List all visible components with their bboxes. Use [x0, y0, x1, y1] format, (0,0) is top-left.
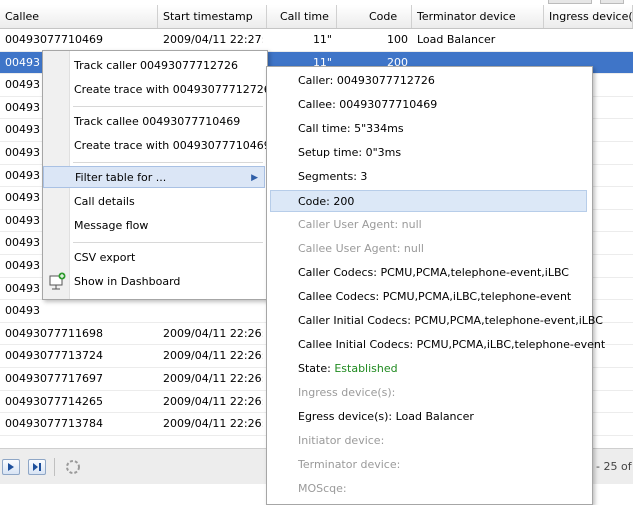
submenu-item-callee-user-agent: Callee User Agent: null	[298, 242, 424, 255]
filter-label: Filter table for ...	[75, 171, 167, 184]
refresh-button[interactable]	[62, 458, 84, 476]
next-icon	[8, 463, 14, 471]
refresh-icon	[66, 460, 80, 474]
submenu-item-initiator-device: Initiator device:	[298, 434, 385, 447]
state-value: Established	[334, 362, 398, 375]
submenu-item-call-time[interactable]: Call time: 5"334ms	[267, 118, 590, 140]
submenu-item-callee[interactable]: Callee: 00493077710469	[267, 94, 590, 116]
menu-item-filter-table[interactable]: Filter table for ... ▶	[43, 166, 265, 188]
column-header-ingress-devices[interactable]: Ingress device(s)	[544, 5, 633, 28]
submenu-item-terminator-device: Terminator device:	[298, 458, 401, 471]
timestamp-cell: 2009/04/11 22:27:20	[163, 33, 263, 46]
timestamp-cell: 2009/04/11 22:26:42	[163, 326, 263, 340]
toolbar-button[interactable]	[600, 0, 624, 4]
submenu-item-callee-codecs[interactable]: Callee Codecs: PCMU,PCMA,iLBC,telephone-…	[267, 286, 590, 308]
toolbar-button[interactable]	[548, 0, 592, 4]
callee-cell: 00493077710469	[5, 33, 103, 46]
callee-cell: 00493077713724	[5, 349, 103, 363]
timestamp-cell: 2009/04/11 22:26:34	[163, 417, 263, 431]
menu-separator	[73, 242, 263, 243]
submenu-item-egress-devices[interactable]: Egress device(s): Load Balancer	[267, 406, 590, 428]
callee-cell: 00493077711099	[5, 436, 155, 441]
column-header-start-timestamp[interactable]: Start timestamp	[158, 5, 267, 28]
column-header-terminator-device[interactable]: Terminator device	[412, 5, 544, 28]
submenu-item-code[interactable]: Code: 200	[270, 190, 587, 212]
menu-separator	[73, 106, 263, 107]
menu-item-trace-callee[interactable]: Create trace with 00493077710469	[43, 135, 271, 157]
filter-submenu: Caller: 00493077712726 Callee: 004930777…	[266, 66, 605, 505]
menu-item-csv-export[interactable]: CSV export	[43, 247, 265, 269]
pager-info: - 25 of 3	[596, 460, 633, 473]
last-icon	[33, 463, 41, 471]
timestamp-cell: 2009/04/11 22:26:41	[163, 349, 263, 363]
timestamp-cell	[163, 300, 263, 321]
timestamp-cell: 2009/04/11 22:26:31	[163, 436, 263, 441]
menu-item-track-callee[interactable]: Track callee 00493077710469	[43, 111, 265, 133]
row-context-menu: Track caller 00493077712726 Create trace…	[42, 50, 271, 300]
menu-item-message-flow[interactable]: Message flow	[43, 215, 265, 237]
state-label: State:	[298, 362, 335, 375]
column-header-call-time[interactable]: Call time	[267, 5, 337, 28]
code-cell: 100	[387, 33, 408, 46]
pager-separator	[54, 458, 55, 476]
submenu-item-caller-initial-codecs[interactable]: Caller Initial Codecs: PCMU,PCMA,telepho…	[267, 310, 603, 332]
callee-cell: 00493077717697	[5, 371, 103, 385]
last-page-button[interactable]	[28, 459, 46, 475]
terminator-cell: Load Balancer	[417, 33, 496, 46]
menu-item-call-details[interactable]: Call details	[43, 191, 265, 213]
menu-item-show-dashboard[interactable]: Show in Dashboard	[43, 271, 265, 293]
callee-cell: 00493	[5, 304, 40, 318]
next-page-button[interactable]	[2, 459, 20, 475]
submenu-item-segments[interactable]: Segments: 3	[267, 166, 590, 188]
menu-item-trace-caller[interactable]: Create trace with 00493077712726	[43, 79, 271, 101]
callee-cell: 00493077714265	[5, 394, 103, 408]
call-time-cell: 11"	[312, 33, 332, 46]
callee-cell: 00493077713784	[5, 417, 103, 431]
timestamp-cell: 2009/04/11 22:26:41	[163, 371, 263, 385]
submenu-item-moscqe: MOScqe:	[298, 482, 347, 495]
submenu-item-state[interactable]: State: Established	[267, 358, 590, 380]
submenu-arrow-icon: ▶	[251, 173, 258, 183]
submenu-item-callee-initial-codecs[interactable]: Callee Initial Codecs: PCMU,PCMA,iLBC,te…	[267, 334, 605, 356]
submenu-item-caller-codecs[interactable]: Caller Codecs: PCMU,PCMA,telephone-event…	[267, 262, 590, 284]
submenu-item-caller[interactable]: Caller: 00493077712726	[267, 70, 590, 92]
dashboard-icon	[49, 272, 66, 290]
column-header-callee[interactable]: Callee	[0, 5, 158, 28]
column-header-code[interactable]: Code	[337, 5, 412, 28]
table-header: Callee Start timestamp Call time Code Te…	[0, 5, 633, 29]
menu-separator	[73, 162, 263, 163]
submenu-item-setup-time[interactable]: Setup time: 0"3ms	[267, 142, 590, 164]
ingress-cell	[550, 29, 633, 50]
timestamp-cell: 2009/04/11 22:26:35	[163, 394, 263, 408]
menu-item-track-caller[interactable]: Track caller 00493077712726	[43, 55, 265, 77]
table-row[interactable]: 00493077710469 2009/04/11 22:27:20 11" 100 L…	[0, 29, 633, 52]
callee-cell: 00493077711698	[5, 326, 103, 340]
submenu-item-ingress-devices: Ingress device(s):	[298, 386, 396, 399]
submenu-item-caller-user-agent: Caller User Agent: null	[298, 218, 422, 231]
